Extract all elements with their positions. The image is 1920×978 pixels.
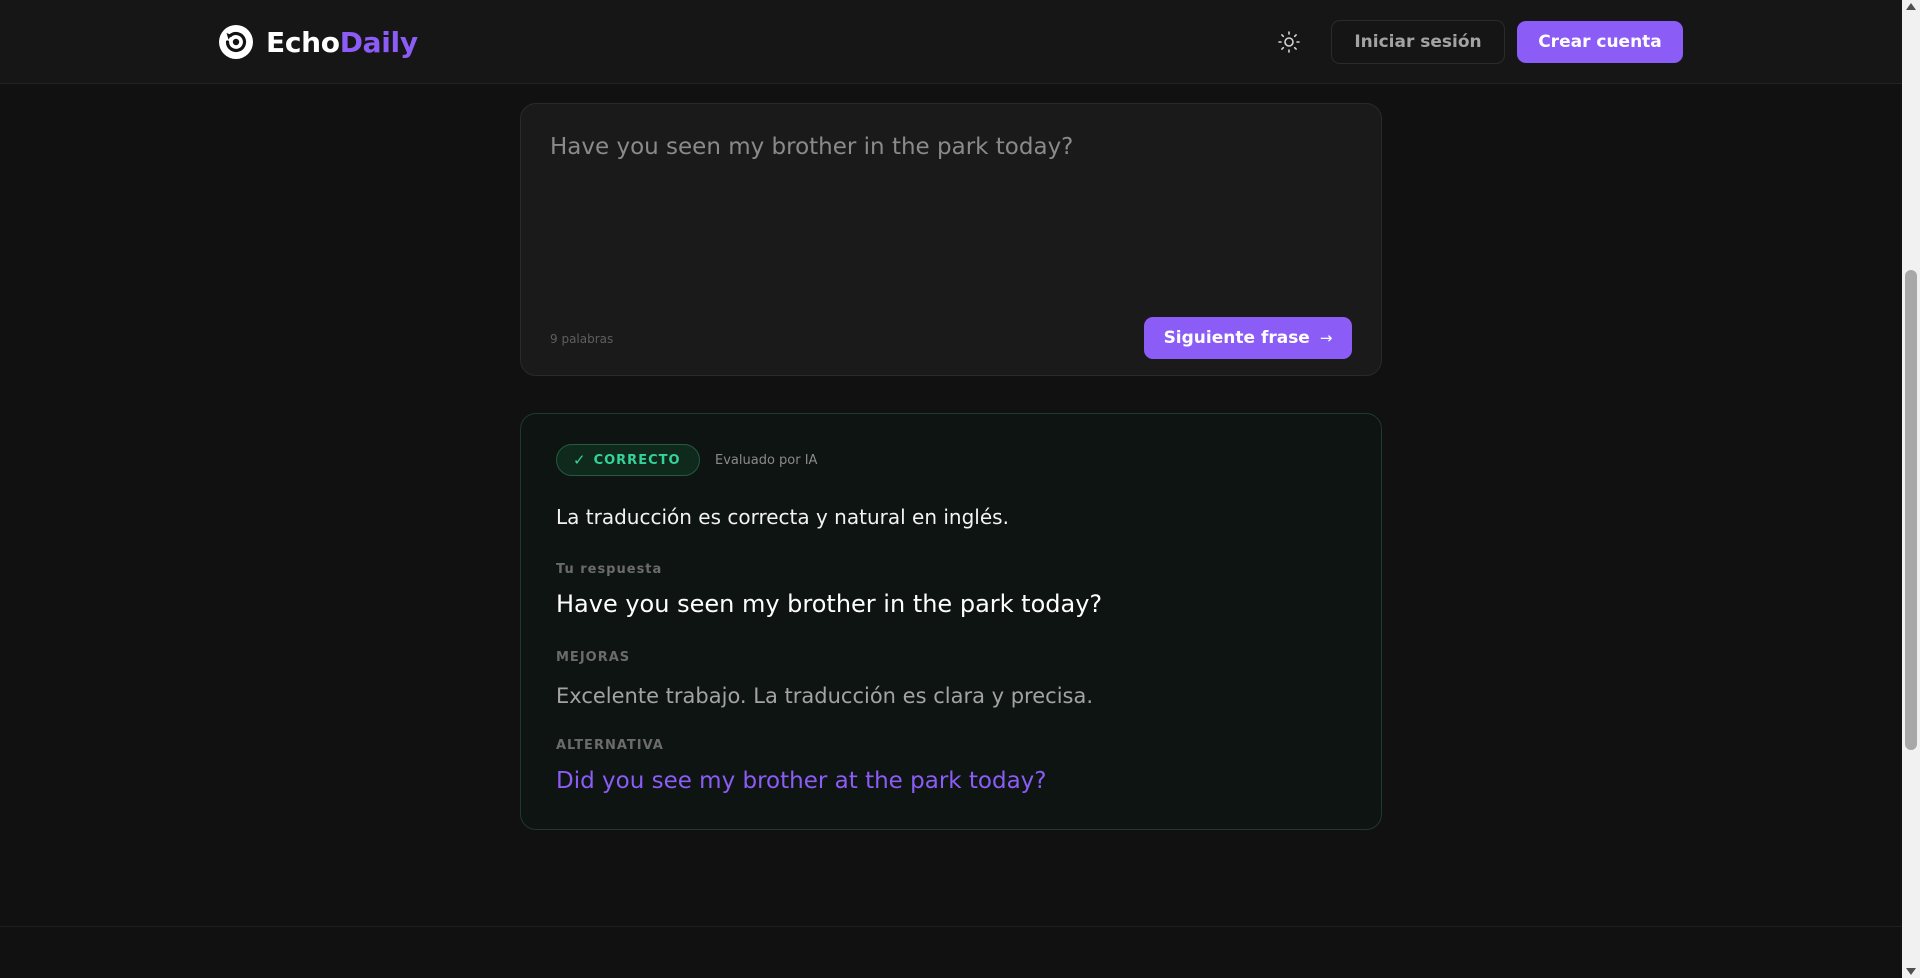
page: EchoDaily Iniciar sesión Crear cuenta Ha… [0, 0, 1920, 978]
alternative-label: ALTERNATIVA [556, 738, 664, 753]
footer-divider [0, 926, 1902, 927]
logo[interactable]: EchoDaily [218, 23, 418, 61]
improvements-text: Excelente trabajo. La traducción es clar… [556, 684, 1094, 708]
answer-label: Tu respuesta [556, 562, 663, 577]
evaluation-result-card: ✓ CORRECTO Evaluado por IA La traducción… [520, 413, 1382, 830]
status-badge: ✓ CORRECTO [556, 444, 700, 476]
scroll-up-arrow-icon[interactable] [1906, 3, 1916, 10]
sun-icon [1278, 31, 1300, 53]
status-label: CORRECTO [593, 452, 681, 468]
next-sentence-label: Siguiente frase [1163, 328, 1310, 348]
word-count: 9 palabras [550, 332, 614, 346]
check-icon: ✓ [573, 451, 586, 469]
login-button[interactable]: Iniciar sesión [1331, 20, 1505, 64]
brand-name: EchoDaily [266, 26, 418, 59]
brand-name-part-2: Daily [339, 25, 418, 59]
scroll-down-arrow-icon[interactable] [1906, 968, 1916, 975]
answer-text: Have you seen my brother in the park tod… [556, 590, 1103, 618]
main-area: EchoDaily Iniciar sesión Crear cuenta Ha… [0, 0, 1902, 978]
arrow-right-icon: → [1319, 329, 1333, 347]
echo-logo-icon [219, 25, 253, 59]
next-sentence-button[interactable]: Siguiente frase → [1144, 317, 1352, 359]
translation-input[interactable]: Have you seen my brother in the park tod… [550, 133, 1350, 313]
theme-toggle-button[interactable] [1274, 27, 1304, 57]
signup-button[interactable]: Crear cuenta [1517, 21, 1683, 63]
alternative-text: Did you see my brother at the park today… [556, 768, 1047, 794]
feedback-text: La traducción es correcta y natural en i… [556, 505, 1009, 529]
header: EchoDaily Iniciar sesión Crear cuenta [0, 0, 1902, 84]
evaluated-by-label: Evaluado por IA [715, 453, 818, 468]
improvements-label: MEJORAS [556, 650, 631, 665]
translation-input-card: Have you seen my brother in the park tod… [520, 103, 1382, 376]
scrollbar-thumb[interactable] [1905, 270, 1917, 750]
brand-name-part-1: Echo [266, 25, 340, 59]
vertical-scrollbar[interactable] [1902, 0, 1920, 978]
